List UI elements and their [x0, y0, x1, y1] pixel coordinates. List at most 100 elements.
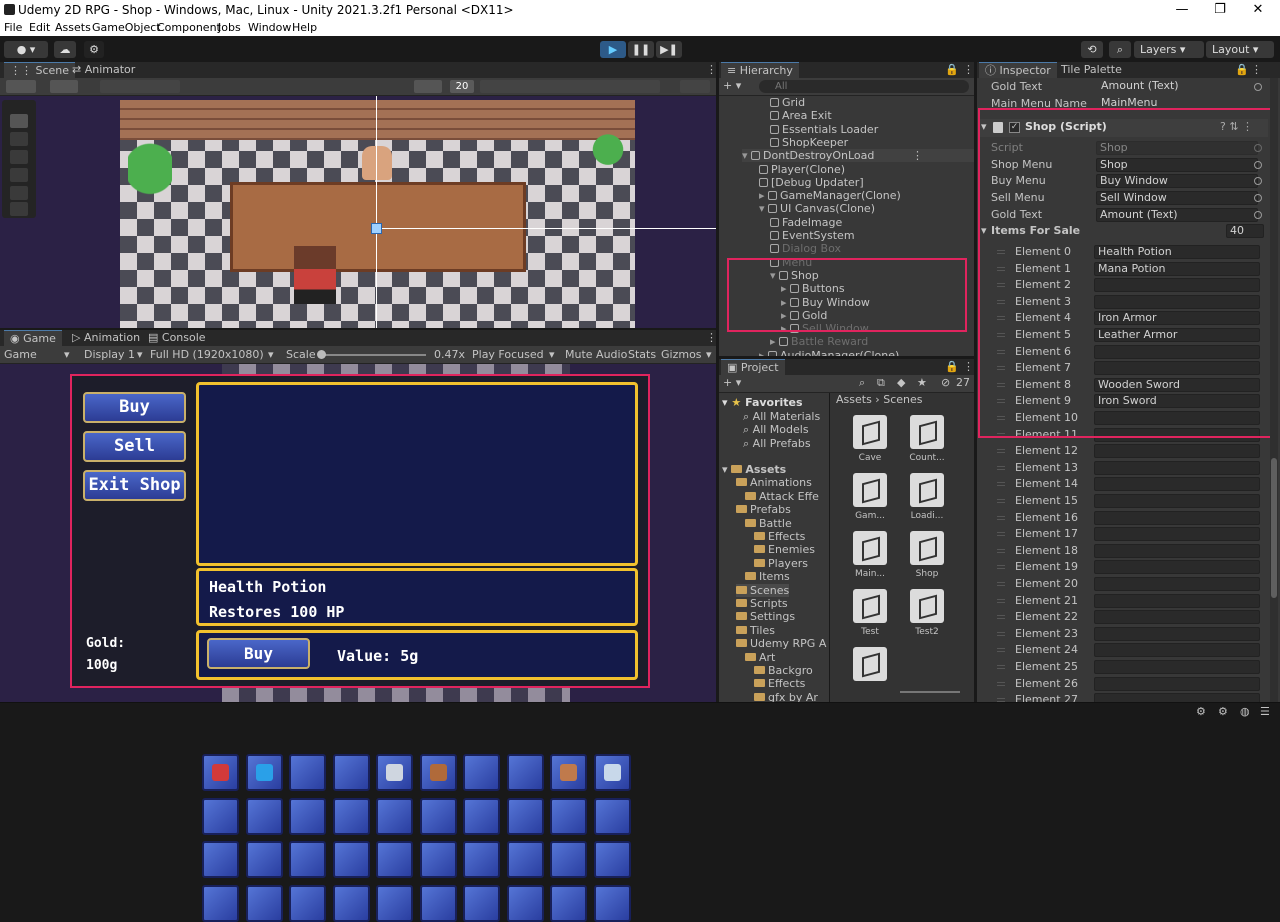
field-value[interactable]: Amount (Text) — [1098, 80, 1260, 94]
inventory-slot[interactable] — [332, 797, 370, 835]
inventory-slot[interactable] — [506, 884, 544, 922]
hierarchy-item[interactable]: Player(Clone) — [759, 163, 974, 176]
search-icon[interactable]: ⌕ — [1109, 41, 1131, 58]
hierarchy-item[interactable]: EventSystem — [770, 229, 974, 242]
inventory-slot[interactable] — [245, 841, 283, 878]
hierarchy-menu-icon[interactable]: ⋮ — [963, 63, 974, 76]
project-lock-icon[interactable]: 🔒 — [945, 360, 959, 373]
game-mode-dropdown[interactable]: Game — [4, 346, 37, 363]
project-folder[interactable]: Scenes — [736, 583, 790, 597]
inventory-slot[interactable] — [463, 841, 500, 878]
hierarchy-item[interactable]: ▾ UI Canvas(Clone) — [759, 202, 974, 215]
list-element-row[interactable]: Element 24 — [978, 642, 1268, 658]
drag-handle-icon[interactable] — [997, 582, 1005, 586]
hierarchy-item[interactable]: Area Exit — [770, 109, 974, 122]
inventory-slot[interactable] — [289, 797, 326, 835]
game-mode-arrow-icon[interactable]: ▾ — [64, 346, 70, 363]
drag-handle-icon[interactable] — [997, 449, 1005, 454]
inventory-slot[interactable] — [593, 884, 631, 922]
tab-console[interactable]: ▤ Console — [142, 330, 212, 346]
move-tool-icon[interactable] — [10, 132, 28, 146]
status-icon-1[interactable]: ⚙ — [1196, 705, 1206, 718]
project-menu-icon[interactable]: ⋮ — [963, 360, 974, 373]
favorite-item[interactable]: ⌕ All Prefabs — [743, 437, 811, 450]
drag-handle-icon[interactable] — [997, 631, 1005, 636]
project-folder[interactable]: Effects — [754, 677, 805, 690]
element-value-field[interactable] — [1094, 676, 1260, 691]
hierarchy-add-icon[interactable]: + ▾ — [723, 79, 741, 92]
cloud-icon[interactable]: ☁ — [54, 41, 76, 58]
hand-tool-icon[interactable] — [10, 114, 28, 128]
inventory-slot[interactable] — [550, 797, 587, 835]
drag-handle-icon[interactable] — [997, 648, 1005, 653]
inventory-slot[interactable] — [332, 884, 370, 922]
scale-tool-icon[interactable] — [10, 168, 28, 182]
tab-tile-palette[interactable]: Tile Palette — [1055, 62, 1128, 78]
element-value-field[interactable] — [1094, 577, 1260, 591]
project-folder[interactable]: Art — [745, 651, 775, 664]
inventory-slot[interactable] — [202, 884, 239, 922]
scale-slider-thumb[interactable] — [317, 350, 326, 359]
project-folder[interactable]: Tiles — [736, 624, 775, 637]
element-value-field[interactable] — [1094, 494, 1260, 508]
inventory-slot[interactable] — [289, 754, 326, 791]
pause-button[interactable]: ❚❚ — [628, 41, 654, 58]
hierarchy-item[interactable]: FadeImage — [770, 216, 974, 229]
inventory-slot[interactable] — [245, 884, 283, 922]
expand-arrow-icon[interactable]: ▸ — [759, 349, 768, 356]
inventory-slot[interactable] — [202, 841, 239, 878]
display-dropdown[interactable]: Display 1 — [84, 346, 135, 363]
inventory-slot[interactable] — [550, 754, 587, 791]
project-folder[interactable]: Settings — [736, 610, 795, 623]
menu-file[interactable]: File — [4, 21, 22, 34]
hierarchy-item[interactable]: ShopKeeper — [770, 136, 974, 149]
inventory-slot[interactable] — [419, 797, 457, 835]
confirm-buy-button[interactable]: Buy — [207, 638, 310, 669]
gizmo-count[interactable]: 20 — [450, 80, 474, 93]
hierarchy-item[interactable]: ▸ Battle Reward — [770, 335, 974, 348]
scale-slider[interactable] — [317, 350, 426, 359]
drag-handle-icon[interactable] — [997, 598, 1005, 603]
tab-animator[interactable]: ⇄ Animator — [66, 62, 141, 78]
tab-hierarchy[interactable]: ≡ Hierarchy — [721, 62, 799, 78]
filter-label-icon[interactable]: ◆ — [897, 376, 905, 389]
menu-jobs[interactable]: Jobs — [218, 21, 241, 34]
hierarchy-item[interactable]: ▾ DontDestroyOnLoad ⋮ — [742, 149, 974, 163]
element-value-field[interactable] — [1094, 543, 1260, 558]
step-button[interactable]: ▶❚ — [656, 41, 682, 58]
list-element-row[interactable]: Element 19 — [978, 559, 1268, 575]
favorite-icon[interactable]: ★ — [917, 376, 927, 389]
scene-menu-icon[interactable]: ⋮ — [912, 149, 923, 162]
scene-camera-icon[interactable] — [680, 80, 710, 93]
minimize-icon[interactable]: — — [1162, 0, 1202, 20]
project-folder[interactable]: Enemies — [754, 543, 815, 556]
element-value-field[interactable] — [1094, 477, 1260, 492]
expand-arrow-icon[interactable]: ▾ — [759, 202, 768, 215]
gizmos-toggle[interactable]: Gizmos — [661, 346, 702, 363]
favorites-header[interactable]: ▾ ★ Favorites — [722, 396, 803, 409]
list-element-row[interactable]: Element 25 — [978, 659, 1268, 675]
play-button[interactable]: ▶ — [600, 41, 626, 58]
list-element-row[interactable]: Element 18 — [978, 543, 1268, 559]
shop-sell-button[interactable]: Sell — [83, 431, 186, 462]
play-focused-arrow-icon[interactable]: ▾ — [549, 346, 555, 363]
hierarchy-item[interactable]: ▸ AudioManager(Clone) — [759, 349, 974, 356]
breadcrumb-assets[interactable]: Assets — [836, 393, 872, 406]
element-value-field[interactable] — [1094, 560, 1260, 575]
list-element-row[interactable]: Element 14 — [978, 476, 1268, 492]
drag-handle-icon[interactable] — [997, 532, 1005, 537]
collab-icon[interactable]: ⚙ — [84, 41, 104, 58]
inventory-slot[interactable] — [463, 884, 500, 922]
list-element-row[interactable]: Element 21 — [978, 593, 1268, 609]
resolution-arrow-icon[interactable]: ▾ — [268, 346, 274, 363]
mute-audio-toggle[interactable]: Mute Audio — [565, 346, 627, 363]
list-element-row[interactable]: Element 12 — [978, 443, 1268, 459]
list-element-row[interactable]: Element 26 — [978, 676, 1268, 692]
element-value-field[interactable] — [1094, 626, 1260, 641]
play-focused-dropdown[interactable]: Play Focused — [472, 346, 544, 363]
history-icon[interactable]: ⟲ — [1081, 41, 1103, 58]
menu-help[interactable]: Help — [292, 21, 317, 34]
menu-component[interactable]: Component — [157, 21, 221, 34]
assets-header[interactable]: ▾ Assets — [722, 463, 786, 476]
list-element-row[interactable]: Element 17 — [978, 526, 1268, 542]
